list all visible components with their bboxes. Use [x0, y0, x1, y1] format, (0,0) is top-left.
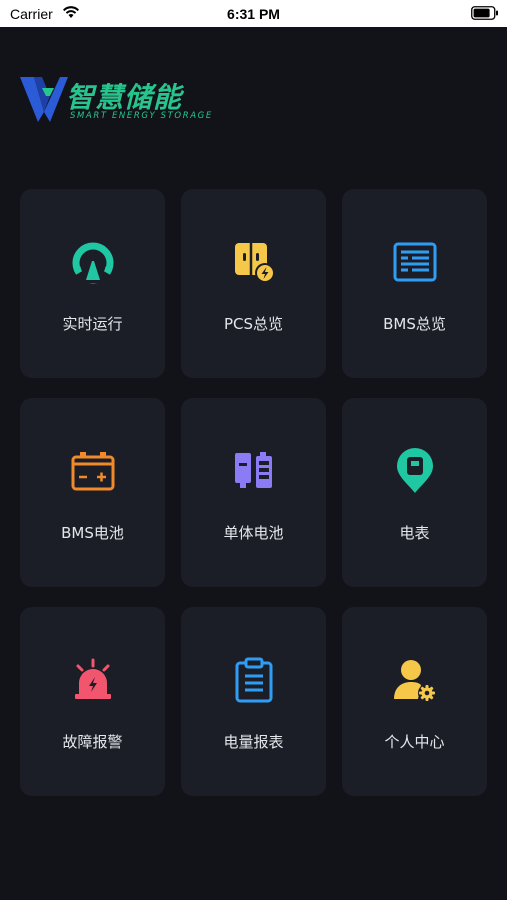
logo-subtitle: SMART ENERGY STORAGE [70, 111, 213, 121]
menu-item-label: 个人中心 [384, 733, 445, 751]
menu-item-profile[interactable]: 个人中心 [342, 607, 487, 796]
menu-item-label: BMS电池 [61, 524, 124, 542]
menu-item-label: 电表 [399, 524, 430, 542]
menu-item-energy-report[interactable]: 电量报表 [181, 607, 326, 796]
battery-status-icon [471, 6, 498, 20]
user-settings-icon [392, 657, 438, 703]
list-panel-icon [392, 239, 438, 285]
menu-item-meter[interactable]: 电表 [342, 398, 487, 587]
cell-battery-icon [231, 448, 277, 494]
gauge-icon [70, 239, 116, 285]
menu-item-bms-battery[interactable]: BMS电池 [20, 398, 165, 587]
menu-item-cell-battery[interactable]: 单体电池 [181, 398, 326, 587]
menu-item-bms-overview[interactable]: BMS总览 [342, 189, 487, 378]
logo-title: 智慧储能 [66, 81, 183, 114]
menu-item-realtime[interactable]: 实时运行 [20, 189, 165, 378]
menu-item-label: PCS总览 [223, 315, 284, 333]
alarm-icon [70, 657, 116, 703]
clipboard-icon [231, 657, 277, 703]
clock: 6:31 PM [227, 6, 280, 22]
menu-item-label: 故障报警 [62, 733, 123, 751]
menu-item-pcs-overview[interactable]: PCS总览 [181, 189, 326, 378]
menu-item-label: 单体电池 [223, 524, 284, 542]
meter-pin-icon [392, 448, 438, 494]
menu-item-label: 实时运行 [62, 315, 123, 333]
app-logo: 智慧储能 SMART ENERGY STORAGE [20, 76, 213, 126]
pcs-icon [231, 239, 277, 285]
status-bar: Carrier 6:31 PM [0, 0, 507, 27]
menu-item-label: 电量报表 [223, 733, 284, 751]
menu-item-label: BMS总览 [383, 315, 446, 333]
menu-item-fault-alarm[interactable]: 故障报警 [20, 607, 165, 796]
battery-icon [70, 448, 116, 494]
logo-mark-icon [20, 77, 68, 122]
